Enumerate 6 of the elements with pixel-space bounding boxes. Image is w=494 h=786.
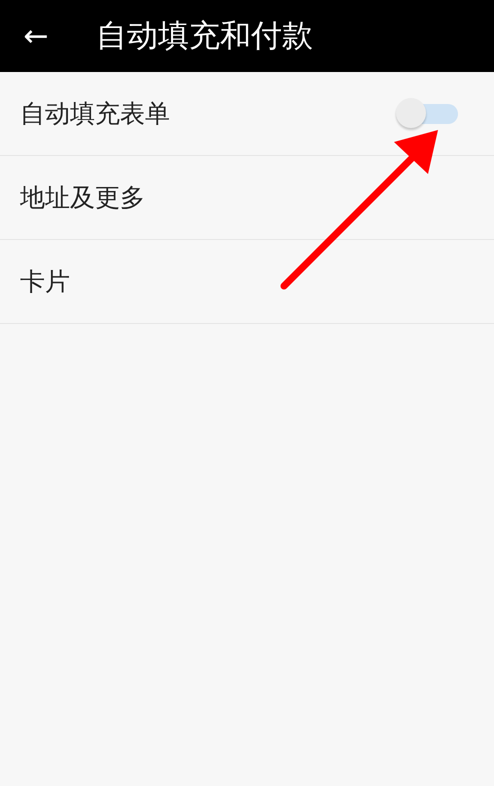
setting-label: 地址及更多 xyxy=(20,182,145,214)
page-title: 自动填充和付款 xyxy=(96,17,313,56)
setting-label: 自动填充表单 xyxy=(20,98,170,130)
toggle-switch[interactable] xyxy=(396,98,458,130)
setting-label: 卡片 xyxy=(20,266,70,298)
back-button[interactable]: ← xyxy=(0,0,72,72)
